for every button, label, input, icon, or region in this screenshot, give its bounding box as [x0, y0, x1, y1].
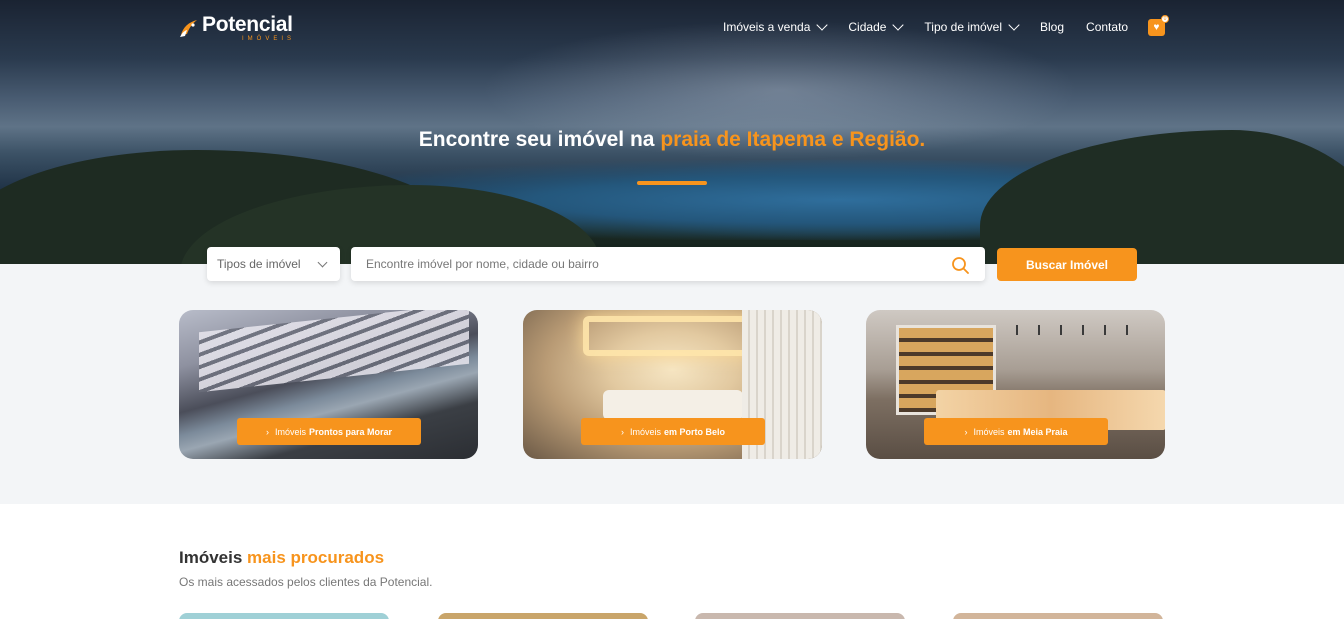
nav-label: Blog	[1040, 20, 1065, 34]
search-button[interactable]: Buscar Imóvel	[997, 248, 1137, 281]
card-image	[199, 310, 469, 393]
card-image	[583, 316, 763, 356]
nav-item-contato[interactable]: Contato	[1086, 20, 1128, 34]
favorites-button[interactable]: ♥ 0	[1148, 15, 1169, 36]
card-image-detail	[1016, 325, 1146, 335]
nav-item-tipo-de-imovel[interactable]: Tipo de imóvel	[924, 19, 1020, 34]
nav-label: Tipo de imóvel	[924, 20, 1003, 34]
heart-icon: ♥	[1153, 22, 1160, 33]
category-card-porto-belo[interactable]: › Imóveis em Porto Belo	[523, 310, 822, 459]
chevron-right-icon: ›	[964, 426, 968, 437]
logo-subtitle: IMÓVEIS	[242, 36, 296, 42]
logo-icon	[178, 17, 200, 39]
card-button[interactable]: › Imóveis em Porto Belo	[581, 418, 765, 445]
section-title: Imóveis mais procurados	[179, 548, 384, 568]
section-title-highlight: mais procurados	[247, 548, 385, 567]
card-label-highlight: Prontos para Morar	[308, 426, 393, 437]
chevron-right-icon: ›	[265, 426, 269, 437]
nav-item-cidade[interactable]: Cidade	[848, 19, 905, 34]
section-subtitle: Os mais acessados pelos clientes da Pote…	[179, 575, 433, 589]
property-type-value: Tipos de imóvel	[217, 257, 301, 271]
hero-title: Encontre seu imóvel na praia de Itapema …	[0, 128, 1344, 152]
hero-title-prefix: Encontre seu imóvel na	[418, 128, 661, 151]
hero-title-highlight: praia de Itapema e Região.	[660, 128, 926, 151]
property-type-select[interactable]: Tipos de imóvel	[207, 247, 340, 281]
property-card[interactable]	[953, 613, 1163, 619]
category-card-prontos[interactable]: › Imóveis Prontos para Morar	[179, 310, 478, 459]
card-label-prefix: Imóveis	[629, 426, 661, 437]
nav-item-blog[interactable]: Blog	[1040, 20, 1064, 34]
search-box	[351, 247, 985, 281]
search-input[interactable]	[351, 257, 911, 271]
card-label-highlight: em Meia Praia	[1007, 426, 1068, 437]
chevron-right-icon: ›	[620, 426, 624, 437]
search-icon[interactable]	[951, 256, 969, 274]
logo[interactable]: Potencial IMÓVEIS	[178, 14, 295, 42]
section-title-prefix: Imóveis	[179, 548, 248, 567]
category-card-meia-praia[interactable]: › Imóveis em Meia Praia	[866, 310, 1165, 459]
property-card[interactable]	[179, 613, 389, 619]
favorites-count-badge: 0	[1161, 15, 1169, 23]
chevron-down-icon	[892, 19, 905, 31]
card-button[interactable]: › Imóveis em Meia Praia	[924, 418, 1108, 445]
hero-divider	[637, 181, 707, 185]
card-button[interactable]: › Imóveis Prontos para Morar	[237, 418, 421, 445]
chevron-down-icon	[1008, 19, 1020, 31]
card-image-detail	[603, 390, 743, 420]
nav-item-imoveis-a-venda[interactable]: Imóveis a venda	[723, 19, 829, 34]
nav-label: Contato	[1086, 20, 1129, 34]
property-card[interactable]	[438, 613, 648, 619]
nav-label: Imóveis a venda	[723, 20, 811, 34]
nav-label: Cidade	[848, 20, 887, 34]
chevron-down-icon	[317, 257, 328, 268]
card-label-highlight: em Porto Belo	[664, 426, 726, 437]
card-label-prefix: Imóveis	[274, 426, 306, 437]
card-label-prefix: Imóveis	[973, 426, 1005, 437]
property-card[interactable]	[695, 613, 905, 619]
chevron-down-icon	[816, 19, 829, 31]
main-nav: Imóveis a venda Cidade Tipo de imóvel Bl…	[723, 19, 1150, 34]
logo-name: Potencial	[202, 13, 293, 36]
